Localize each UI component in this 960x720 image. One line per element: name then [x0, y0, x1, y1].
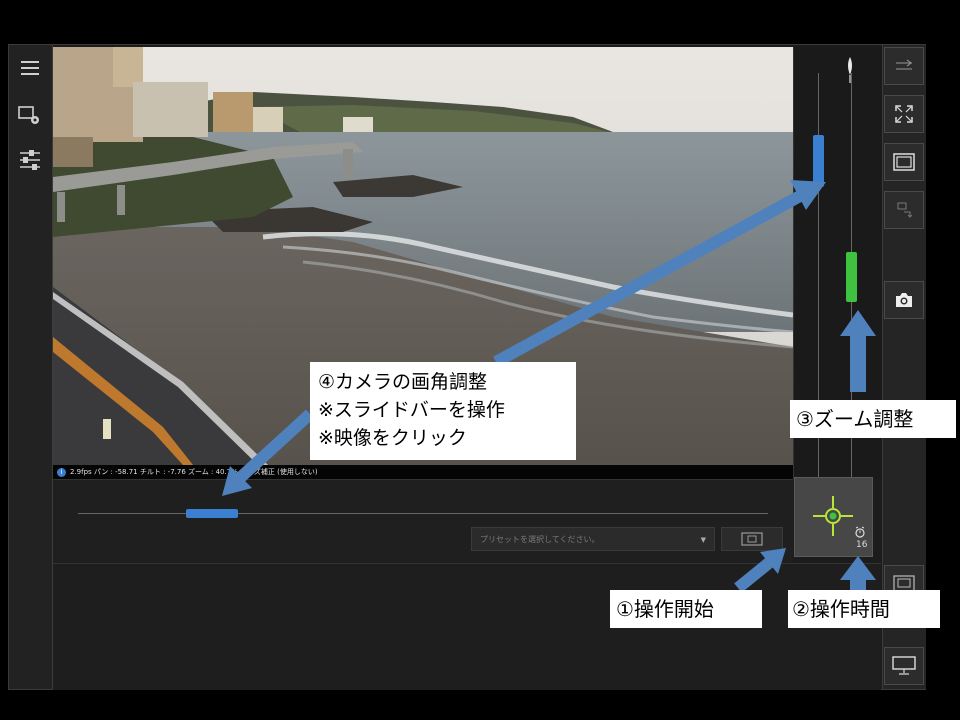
- timer-icon: [855, 526, 865, 538]
- collapse-button[interactable]: [884, 47, 924, 85]
- callout-angle-line2: ※スライドバーを操作: [318, 399, 505, 421]
- fullscreen-icon: [895, 105, 913, 123]
- snapshot-button[interactable]: [884, 281, 924, 319]
- callout-control-start: ①操作開始: [610, 590, 762, 628]
- fullscreen-button[interactable]: [884, 95, 924, 133]
- menu-icon: [21, 61, 39, 75]
- collapse-icon: [896, 59, 912, 70]
- callout-angle-line3: ※映像をクリック: [318, 427, 467, 449]
- control-start-button[interactable]: 16: [794, 477, 873, 557]
- status-bar: i 2.9fps パン : -58.71 チルト : -7.76 ズーム : 40…: [53, 465, 793, 479]
- pan-slider-track[interactable]: [78, 513, 768, 514]
- preset-placeholder: プリセットを選択してください。: [480, 535, 600, 544]
- pan-control-area: プリセットを選択してください。 ▼: [53, 479, 793, 564]
- snapshot-icon: [896, 293, 912, 307]
- display-settings-button[interactable]: [884, 647, 924, 685]
- pan-slider-thumb[interactable]: [186, 509, 238, 518]
- adjust-button[interactable]: [13, 143, 47, 177]
- callout-zoom: ③ズーム調整: [790, 400, 956, 438]
- camera-settings-icon: [18, 106, 39, 124]
- fit-view-button[interactable]: [884, 143, 924, 181]
- menu-button[interactable]: [13, 51, 47, 85]
- status-text: 2.9fps パン : -58.71 チルト : -7.76 ズーム : 40.…: [70, 468, 318, 476]
- adjust-sliders-icon: [20, 150, 40, 170]
- camera-settings-button[interactable]: [13, 99, 47, 133]
- camera-switch-icon: [897, 202, 913, 218]
- control-remaining-time: 16: [856, 540, 868, 550]
- fit-view-icon: [893, 153, 915, 171]
- chevron-down-icon: ▼: [700, 536, 706, 544]
- display-settings-icon: [892, 656, 916, 675]
- tilt-slider-thumb[interactable]: [813, 135, 824, 187]
- zoom-tele-icon: [845, 57, 855, 87]
- camera-switch-button[interactable]: [884, 191, 924, 229]
- preset-apply-button[interactable]: [721, 527, 783, 551]
- callout-control-time: ②操作時間: [788, 590, 940, 628]
- left-toolbar: [9, 45, 53, 689]
- callout-angle-adjust: ④カメラの画角調整 ※スライドバーを操作 ※映像をクリック: [310, 362, 576, 460]
- callout-angle-line1: ④カメラの画角調整: [318, 371, 488, 393]
- zoom-slider-thumb[interactable]: [846, 252, 857, 302]
- target-icon: [813, 496, 853, 536]
- preset-select[interactable]: プリセットを選択してください。 ▼: [471, 527, 715, 551]
- preset-camera-icon: [741, 532, 763, 546]
- info-icon: i: [57, 467, 66, 477]
